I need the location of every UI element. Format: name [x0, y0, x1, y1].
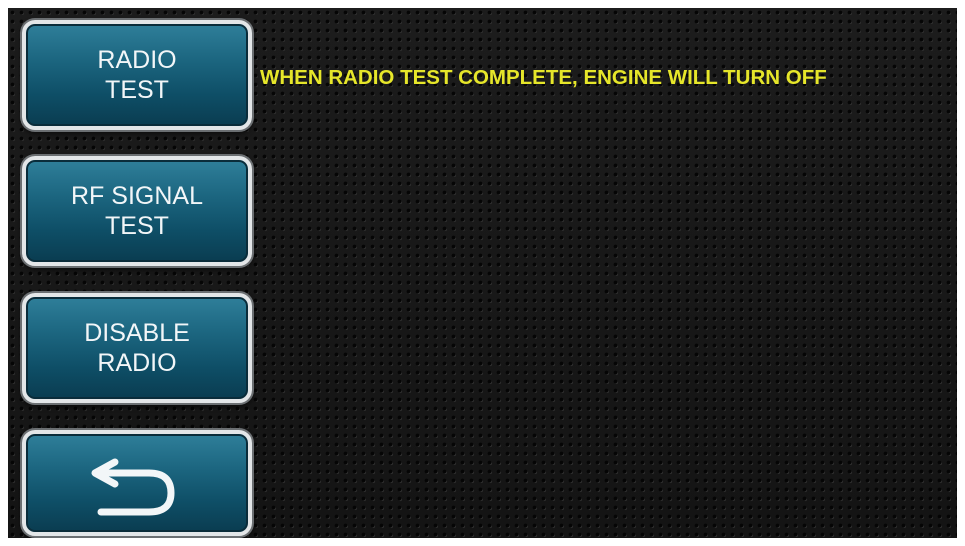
undo-arrow-icon — [87, 448, 187, 518]
disable-radio-button[interactable]: DISABLE RADIO — [22, 293, 252, 403]
rf-signal-test-label: RF SIGNAL TEST — [71, 182, 203, 240]
radio-menu-screen: RADIO TEST RF SIGNAL TEST DISABLE RADIO … — [8, 8, 957, 538]
disable-radio-label: DISABLE RADIO — [84, 319, 190, 377]
radio-test-label: RADIO TEST — [97, 46, 177, 104]
status-message: WHEN RADIO TEST COMPLETE, ENGINE WILL TU… — [260, 66, 827, 89]
radio-test-button[interactable]: RADIO TEST — [22, 20, 252, 130]
rf-signal-test-button[interactable]: RF SIGNAL TEST — [22, 156, 252, 266]
back-button[interactable] — [22, 430, 252, 536]
